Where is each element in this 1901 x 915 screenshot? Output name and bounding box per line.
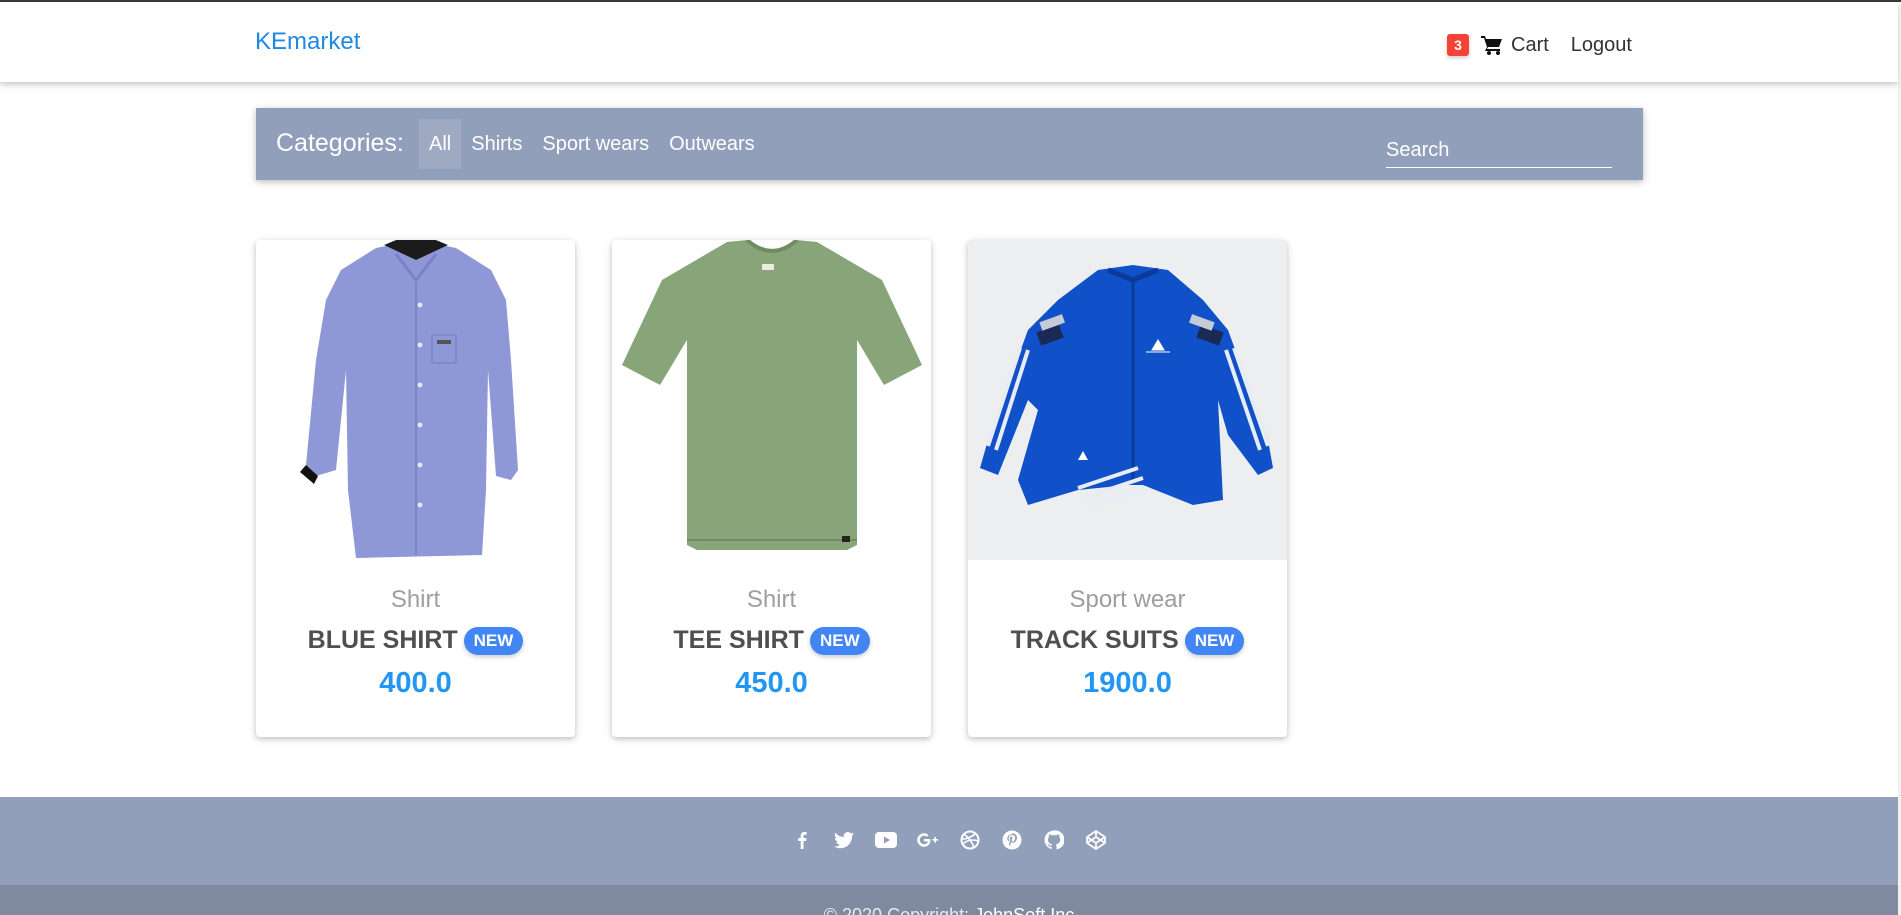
google-plus-icon[interactable]: [917, 829, 939, 851]
search-field-wrapper: [1386, 128, 1612, 168]
product-title-row: BLUE SHIRT NEW: [256, 626, 575, 655]
logout-link[interactable]: Logout: [1571, 34, 1632, 57]
product-title-row: TEE SHIRT NEW: [612, 626, 931, 655]
category-filter-bar: Categories: All Shirts Sport wears Outwe…: [256, 108, 1643, 180]
pinterest-icon[interactable]: [1001, 829, 1023, 851]
category-sport-wears[interactable]: Sport wears: [532, 119, 659, 169]
navbar-right-links: 3 Cart Logout: [1447, 30, 1632, 60]
product-price: 1900.0: [1083, 667, 1172, 699]
codepen-icon[interactable]: [1085, 829, 1107, 851]
product-name: TEE SHIRT: [673, 626, 804, 654]
green-tee-shirt-image[interactable]: [612, 240, 931, 560]
copyright-bar: © 2020 Copyright: JohnSoft Inc: [0, 885, 1898, 915]
product-category: Shirt: [390, 586, 441, 613]
product-name: TRACK SUITS: [1010, 626, 1179, 654]
cart-link[interactable]: Cart: [1481, 34, 1549, 57]
youtube-icon[interactable]: [875, 829, 897, 851]
product-card[interactable]: Shirt BLUE SHIRT NEW 400.0: [256, 240, 575, 737]
product-price: 400.0: [379, 667, 452, 699]
product-card[interactable]: Shirt TEE SHIRT NEW 450.0: [612, 240, 931, 737]
brand-logo-link[interactable]: KEmarket: [255, 28, 360, 56]
new-badge: NEW: [809, 626, 870, 655]
product-card-body: Sport wear TRACK SUITS NEW 1900.0: [968, 586, 1287, 700]
category-outwears[interactable]: Outwears: [659, 119, 765, 169]
product-card-body: Shirt BLUE SHIRT NEW 400.0: [256, 586, 575, 700]
cart-label: Cart: [1511, 33, 1549, 56]
product-name: BLUE SHIRT: [307, 626, 458, 654]
cart-count-badge: 3: [1447, 34, 1469, 56]
product-grid: Shirt BLUE SHIRT NEW 400.0 Shirt TEE SHI…: [256, 240, 1324, 737]
category-all[interactable]: All: [419, 119, 462, 169]
new-badge: NEW: [1184, 626, 1245, 655]
dribbble-icon[interactable]: [959, 829, 981, 851]
product-category: Shirt: [746, 586, 797, 613]
twitter-icon[interactable]: [833, 829, 855, 851]
copyright-text: © 2020 Copyright:: [823, 905, 970, 915]
product-card[interactable]: Sport wear TRACK SUITS NEW 1900.0: [968, 240, 1287, 737]
top-navbar: KEmarket 3 Cart Logout: [0, 2, 1898, 82]
category-shirts[interactable]: Shirts: [461, 119, 532, 169]
search-input[interactable]: [1386, 128, 1612, 167]
product-price: 450.0: [735, 667, 808, 699]
copyright-company-link[interactable]: JohnSoft Inc: [974, 905, 1074, 915]
new-badge: NEW: [463, 626, 524, 655]
blue-track-suit-image[interactable]: [968, 240, 1287, 560]
categories-label: Categories:: [276, 129, 404, 157]
product-category: Sport wear: [1069, 586, 1186, 613]
social-icons-row: [0, 829, 1898, 851]
facebook-icon[interactable]: [791, 829, 813, 851]
product-card-body: Shirt TEE SHIRT NEW 450.0: [612, 586, 931, 700]
blue-shirt-image[interactable]: [256, 240, 575, 560]
github-icon[interactable]: [1043, 829, 1065, 851]
shopping-cart-icon: [1481, 36, 1502, 55]
product-title-row: TRACK SUITS NEW: [968, 626, 1287, 655]
category-list: All Shirts Sport wears Outwears: [419, 119, 765, 169]
page-footer: [0, 797, 1898, 885]
